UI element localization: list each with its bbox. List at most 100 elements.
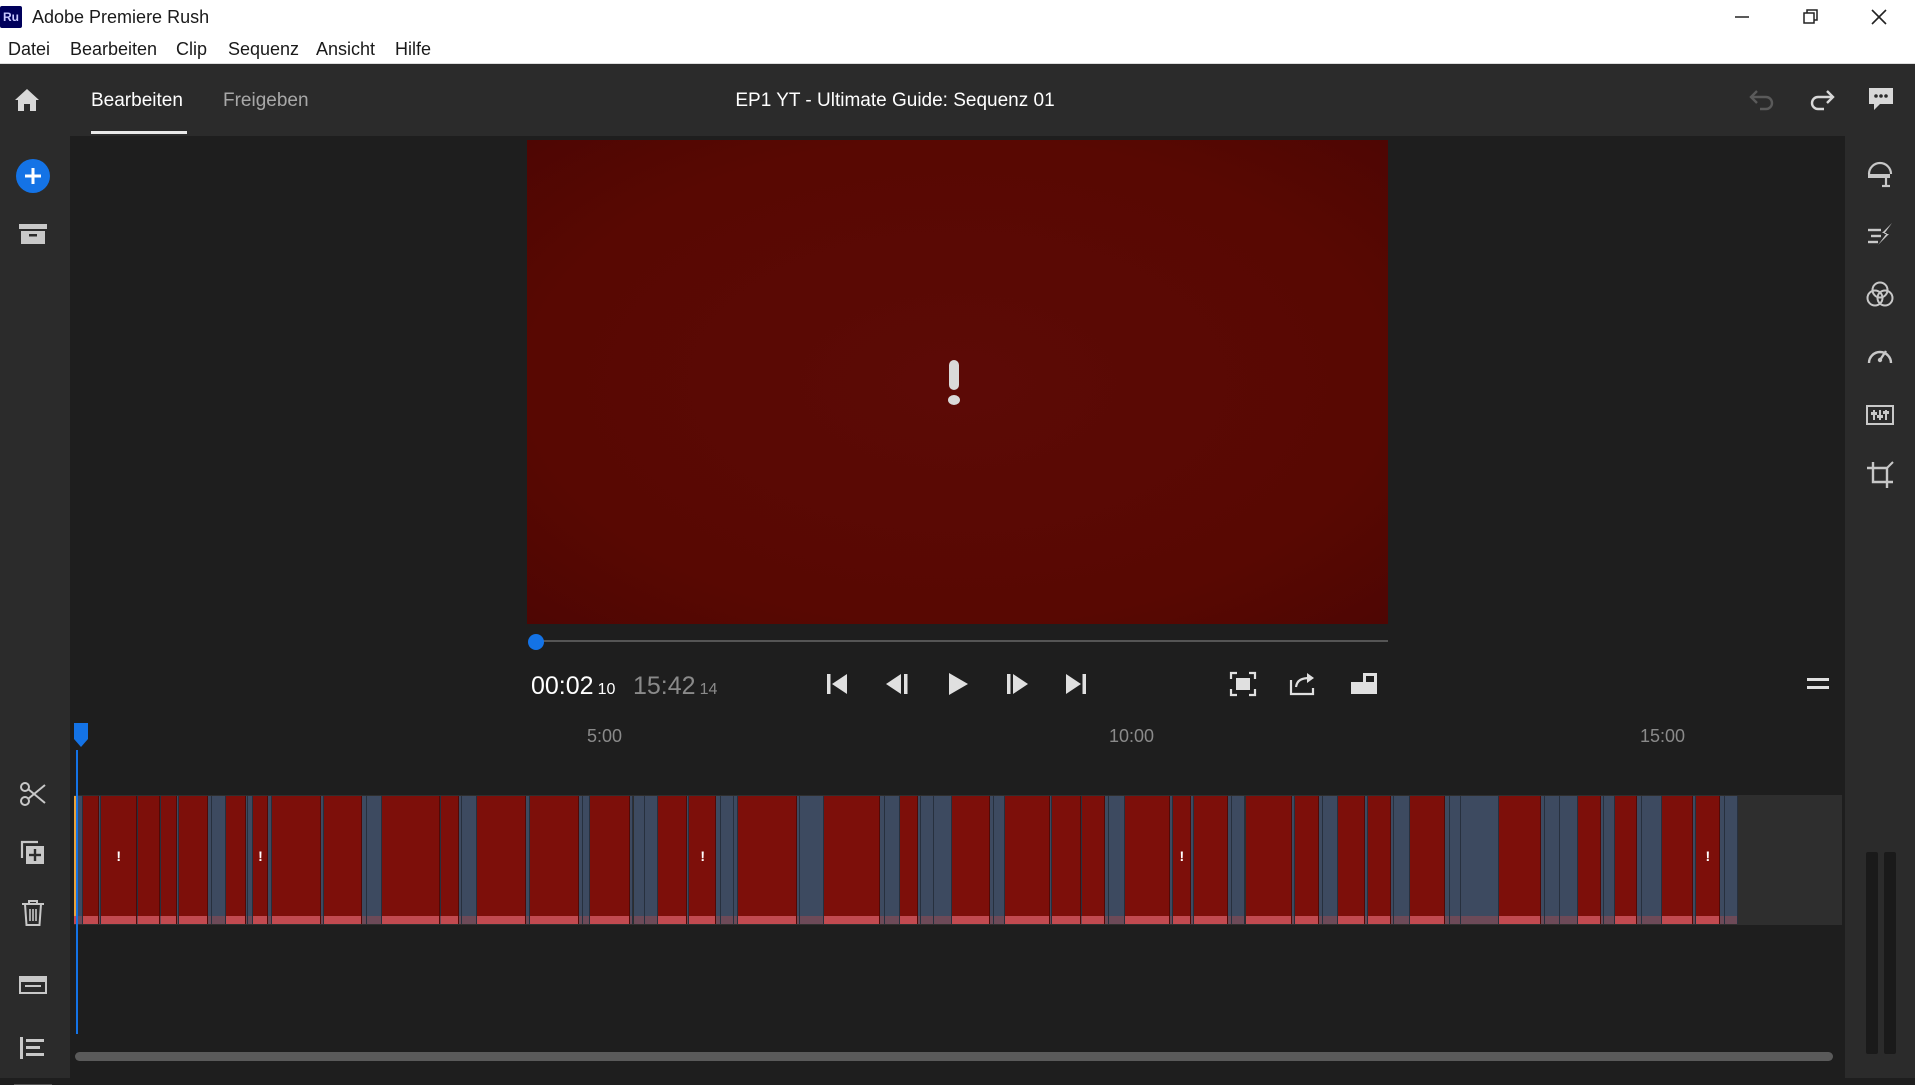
comments-button[interactable]: [1866, 84, 1896, 114]
menu-hilfe[interactable]: Hilfe: [395, 39, 431, 60]
offline-clip[interactable]: [1578, 796, 1600, 924]
offline-clip[interactable]: [1082, 796, 1104, 924]
offline-clip[interactable]: [1499, 796, 1541, 924]
offline-clip[interactable]: [382, 796, 440, 924]
offline-clip[interactable]: !: [253, 796, 269, 924]
media-clip[interactable]: [921, 796, 934, 924]
offline-clip[interactable]: [441, 796, 459, 924]
media-clip[interactable]: [1450, 796, 1461, 924]
video-preview[interactable]: [527, 140, 1388, 624]
offline-clip[interactable]: [900, 796, 918, 924]
media-clip[interactable]: [1232, 796, 1245, 924]
menu-datei[interactable]: Datei: [8, 39, 50, 60]
split-clip-button[interactable]: [18, 780, 48, 808]
sequence-title[interactable]: EP1 YT - Ultimate Guide: Sequenz 01: [0, 90, 1790, 112]
offline-clip[interactable]: [161, 796, 177, 924]
offline-clip[interactable]: !: [1696, 796, 1721, 924]
menu-ansicht[interactable]: Ansicht: [316, 39, 375, 60]
offline-clip[interactable]: [1194, 796, 1228, 924]
audio-button[interactable]: [1865, 402, 1895, 428]
titles-button[interactable]: [1865, 160, 1895, 190]
media-clip[interactable]: [1323, 796, 1339, 924]
media-clip[interactable]: [1461, 796, 1499, 924]
media-clip[interactable]: [1109, 796, 1125, 924]
timeline-list-button[interactable]: [18, 1034, 48, 1062]
track-controls-button[interactable]: [18, 974, 48, 996]
go-to-end-button[interactable]: [1062, 668, 1090, 700]
offline-clip[interactable]: [1368, 796, 1390, 924]
delete-button[interactable]: [19, 898, 47, 928]
media-clip[interactable]: [367, 796, 383, 924]
aspect-ratio-button[interactable]: [1349, 670, 1379, 698]
media-clip[interactable]: [1725, 796, 1738, 924]
offline-clip[interactable]: !: [689, 796, 716, 924]
panel-menu-button[interactable]: [1805, 674, 1831, 694]
offline-clip[interactable]: [1246, 796, 1293, 924]
offline-clip[interactable]: [1615, 796, 1637, 924]
offline-clip[interactable]: [138, 796, 160, 924]
media-clip[interactable]: [583, 796, 590, 924]
menu-sequenz[interactable]: Sequenz: [228, 39, 299, 60]
menu-bearbeiten[interactable]: Bearbeiten: [70, 39, 157, 60]
transitions-button[interactable]: [1865, 220, 1895, 248]
menu-clip[interactable]: Clip: [176, 39, 207, 60]
color-button[interactable]: [1865, 280, 1895, 310]
offline-clip[interactable]: !: [101, 796, 137, 924]
media-clip[interactable]: [1545, 796, 1561, 924]
offline-clip[interactable]: [1662, 796, 1693, 924]
playhead-handle[interactable]: [73, 722, 89, 748]
media-clip[interactable]: [1642, 796, 1662, 924]
offline-clip[interactable]: [1410, 796, 1446, 924]
restore-button[interactable]: [1775, 0, 1843, 34]
offline-clip[interactable]: [477, 796, 526, 924]
redo-button[interactable]: [1808, 86, 1836, 112]
media-clip[interactable]: [800, 796, 825, 924]
offline-clip[interactable]: [1338, 796, 1365, 924]
duplicate-button[interactable]: [18, 838, 48, 868]
close-button[interactable]: [1845, 0, 1913, 34]
offline-clip[interactable]: [530, 796, 579, 924]
offline-clip[interactable]: [272, 796, 321, 924]
minimize-button[interactable]: [1707, 0, 1775, 34]
timeline-horizontal-scrollbar[interactable]: [75, 1052, 1833, 1061]
offline-clip[interactable]: [226, 796, 246, 924]
offline-clip[interactable]: [1125, 796, 1170, 924]
media-clip[interactable]: [885, 796, 901, 924]
add-media-button[interactable]: [15, 158, 51, 194]
undo-button[interactable]: [1748, 86, 1776, 112]
offline-clip[interactable]: [1052, 796, 1081, 924]
media-clip[interactable]: [645, 796, 658, 924]
media-clip[interactable]: [1560, 796, 1578, 924]
offline-clip[interactable]: [1295, 796, 1320, 924]
offline-clip[interactable]: [324, 796, 362, 924]
transform-crop-button[interactable]: [1865, 460, 1895, 490]
fullscreen-button[interactable]: [1228, 670, 1258, 698]
preview-scrubber-handle[interactable]: [528, 634, 544, 650]
offline-clip[interactable]: [83, 796, 99, 924]
step-back-button[interactable]: [883, 668, 913, 700]
step-forward-button[interactable]: [1002, 668, 1032, 700]
offline-clip[interactable]: [824, 796, 880, 924]
play-button[interactable]: [944, 668, 972, 700]
media-clip[interactable]: [212, 796, 225, 924]
speed-button[interactable]: [1865, 342, 1895, 368]
video-track-clips[interactable]: !!!!!: [74, 796, 1738, 924]
project-assets-button[interactable]: [18, 222, 48, 246]
offline-clip[interactable]: !: [1173, 796, 1191, 924]
preview-scrubber-track[interactable]: [535, 640, 1388, 642]
offline-clip[interactable]: [1005, 796, 1050, 924]
go-to-start-button[interactable]: [823, 668, 851, 700]
media-clip[interactable]: [934, 796, 952, 924]
offline-clip[interactable]: [738, 796, 796, 924]
media-clip[interactable]: [994, 796, 1005, 924]
media-clip[interactable]: [721, 796, 734, 924]
offline-clip[interactable]: [952, 796, 990, 924]
export-frame-button[interactable]: [1288, 670, 1318, 698]
offline-clip[interactable]: [179, 796, 208, 924]
media-clip[interactable]: [462, 796, 478, 924]
media-clip[interactable]: [1604, 796, 1615, 924]
offline-clip[interactable]: [658, 796, 687, 924]
media-clip[interactable]: [634, 796, 645, 924]
media-clip[interactable]: [1394, 796, 1410, 924]
offline-clip[interactable]: [590, 796, 630, 924]
